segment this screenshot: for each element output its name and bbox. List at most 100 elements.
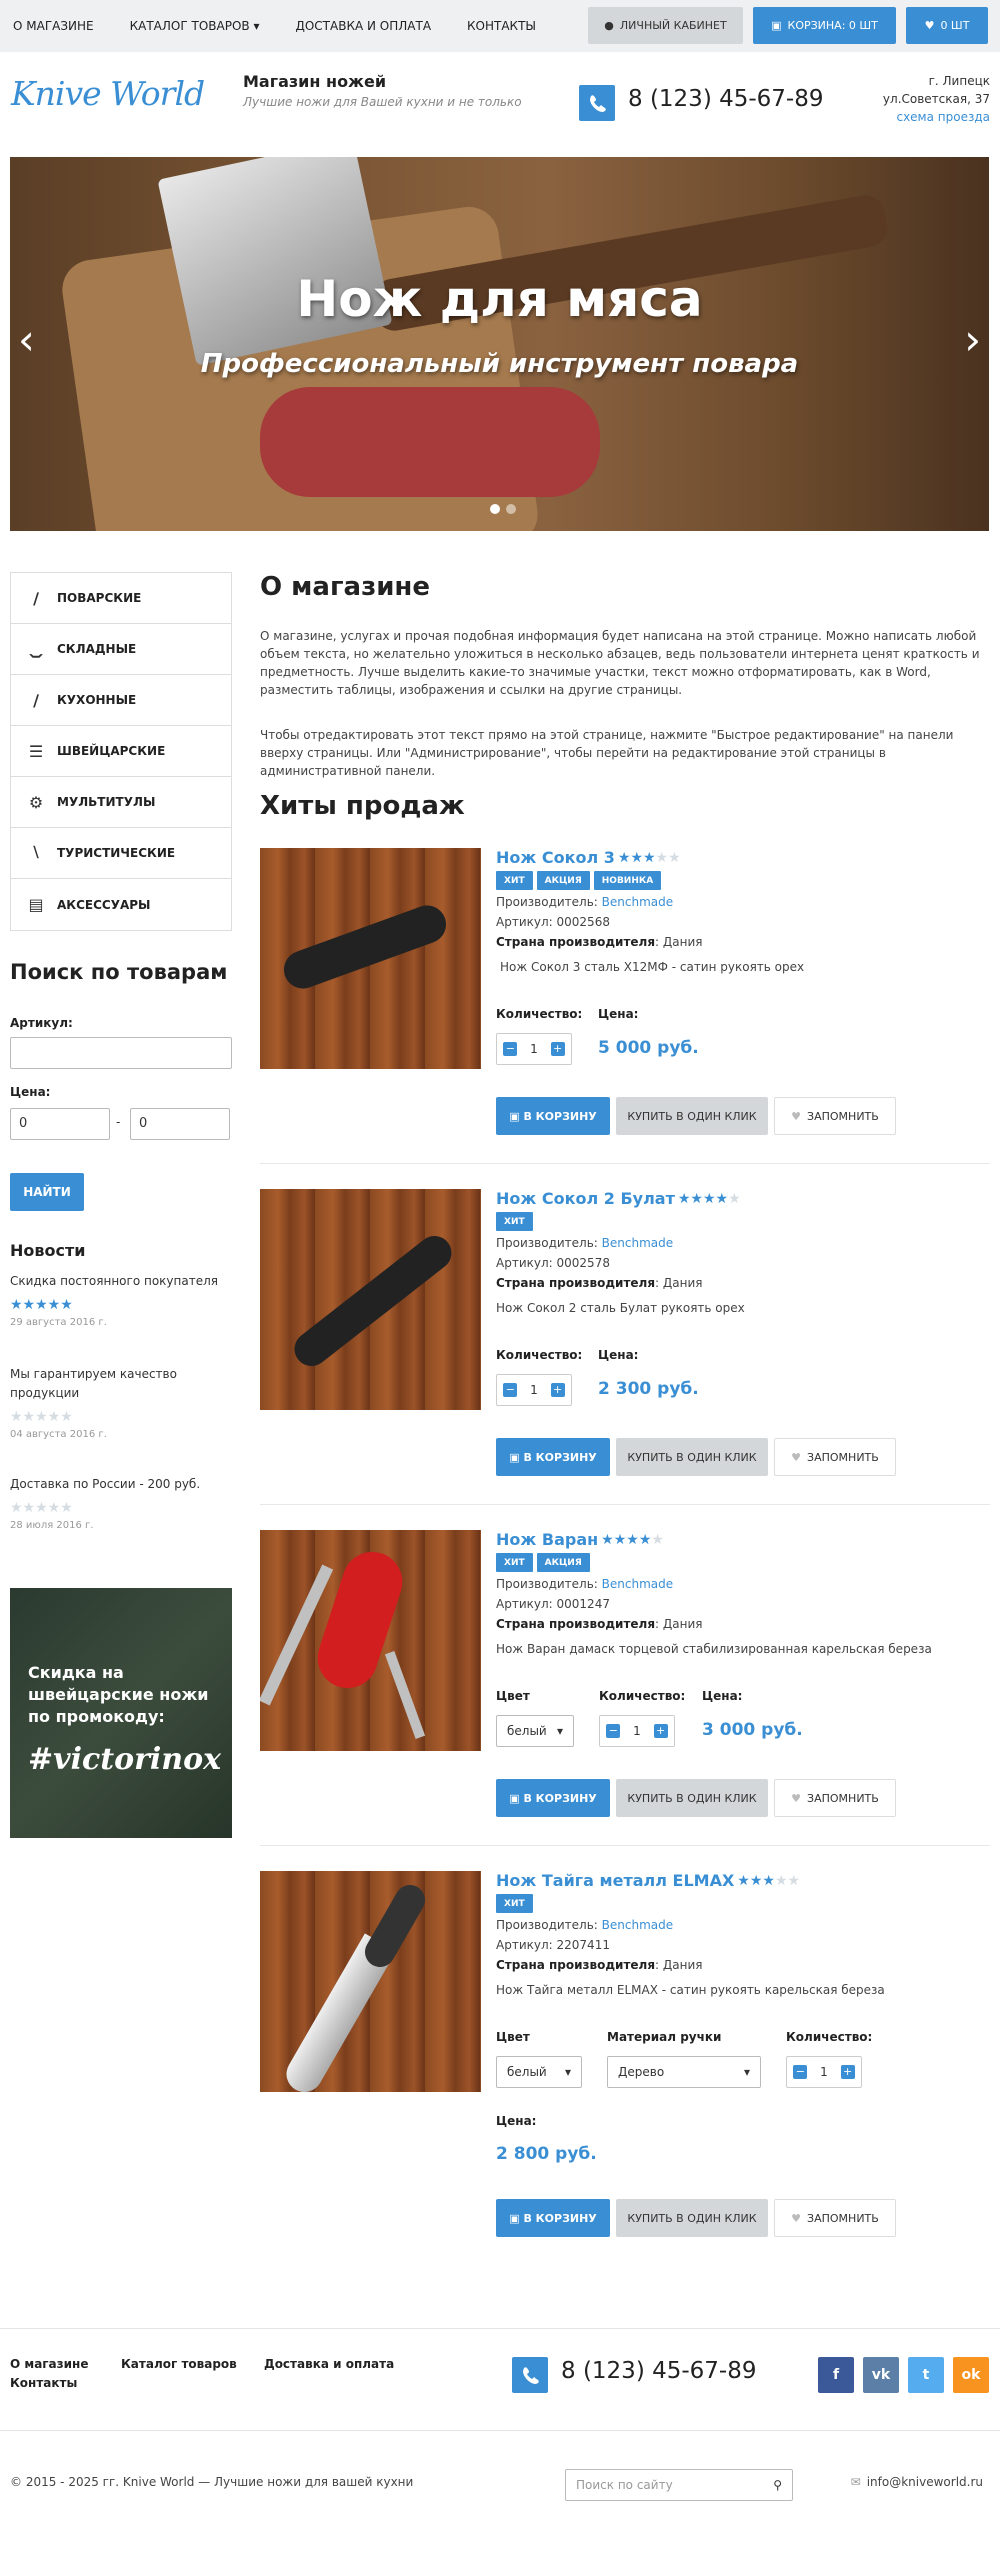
divider xyxy=(260,1504,990,1505)
news-link[interactable]: Мы гарантируем качество продукции xyxy=(10,1365,232,1403)
minus-icon[interactable]: − xyxy=(503,1042,518,1056)
minus-icon[interactable]: − xyxy=(793,2065,808,2079)
nav-catalog[interactable]: Каталог товаров ▾ xyxy=(130,19,260,33)
plus-icon[interactable]: + xyxy=(653,1724,668,1738)
news-date: 04 августа 2016 г. xyxy=(10,1429,107,1440)
product-name[interactable]: Нож Тайга металл ELMAX ★★★★★ xyxy=(496,1871,990,1890)
maker-link[interactable]: Benchmade xyxy=(602,1236,673,1250)
remember-button[interactable]: ♥ Запомнить xyxy=(774,1779,896,1817)
promo-banner[interactable]: Скидка на швейцарские ножи по промокоду:… xyxy=(10,1588,232,1838)
footer-email[interactable]: ✉ info@kniveworld.ru xyxy=(851,2475,983,2489)
facebook-icon[interactable]: f xyxy=(818,2357,854,2393)
remember-label: Запомнить xyxy=(807,1109,879,1123)
header-phone[interactable]: 8 (123) 45-67-89 xyxy=(628,86,824,112)
qty-label: Количество: xyxy=(496,1348,583,1362)
minus-icon[interactable]: − xyxy=(503,1383,518,1397)
slider-dot[interactable] xyxy=(490,504,500,514)
category-label: Поварские xyxy=(57,591,142,605)
product-image[interactable] xyxy=(260,848,481,1069)
category-multitool[interactable]: ⚙ Мультитулы xyxy=(11,777,231,828)
article-value: 0001247 xyxy=(556,1597,610,1611)
remember-button[interactable]: ♥ Запомнить xyxy=(774,1097,896,1135)
footer-phone[interactable]: 8 (123) 45-67-89 xyxy=(561,2358,757,2384)
to-cart-button[interactable]: ▣ В корзину xyxy=(496,1097,610,1135)
nav-contacts[interactable]: Контакты xyxy=(467,19,536,33)
divider xyxy=(260,1845,990,1846)
plus-icon[interactable]: + xyxy=(550,1042,565,1056)
category-kitchen[interactable]: ∕ Кухонные xyxy=(11,675,231,726)
odnoklassniki-icon[interactable]: ok xyxy=(953,2357,989,2393)
news-link[interactable]: Скидка постоянного покупателя xyxy=(10,1272,232,1291)
footer-nav-catalog[interactable]: Каталог товаров xyxy=(121,2357,237,2371)
footer-divider xyxy=(0,2430,1000,2431)
product-article: Артикул: 0002578 xyxy=(496,1253,990,1273)
product-info: Нож Варан ★★★★★ Хит Акция Производитель: … xyxy=(496,1530,990,1656)
color-select[interactable]: белый ▾ xyxy=(496,2056,582,2088)
handle-select[interactable]: Дерево ▾ xyxy=(607,2056,761,2088)
remember-button[interactable]: ♥ Запомнить xyxy=(774,1438,896,1476)
news-link[interactable]: Доставка по России - 200 руб. xyxy=(10,1475,232,1494)
price-from-input[interactable]: 0 xyxy=(10,1108,110,1140)
to-cart-button[interactable]: ▣ В корзину xyxy=(496,1438,610,1476)
nav-about[interactable]: О магазине xyxy=(13,19,94,33)
footer-nav-delivery[interactable]: Доставка и оплата xyxy=(264,2357,394,2371)
price-to-input[interactable]: 0 xyxy=(130,1108,230,1140)
account-button[interactable]: ● Личный кабинет xyxy=(588,7,743,44)
one-click-button[interactable]: Купить в один клик xyxy=(616,1097,768,1135)
plus-icon[interactable]: + xyxy=(550,1383,565,1397)
category-swiss[interactable]: ☰ Швейцарские xyxy=(11,726,231,777)
product-country: Страна производителя: Дания xyxy=(496,1276,703,1290)
remember-button[interactable]: ♥ Запомнить xyxy=(774,2199,896,2237)
one-click-button[interactable]: Купить в один клик xyxy=(616,1438,768,1476)
product-name-text: Нож Сокол 3 xyxy=(496,848,615,867)
category-chef[interactable]: ∕ Поварские xyxy=(11,573,231,624)
find-button[interactable]: Найти xyxy=(10,1173,84,1211)
slider-next-icon[interactable]: › xyxy=(964,319,981,361)
quantity-stepper[interactable]: −1 + xyxy=(496,1033,572,1065)
vk-icon[interactable]: vk xyxy=(863,2357,899,2393)
site-logo[interactable]: Knive World xyxy=(11,74,205,113)
maker-link[interactable]: Benchmade xyxy=(602,1577,673,1591)
product-card: Нож Сокол 3 ★★★★★ Хит Акция Новинка Произ… xyxy=(260,848,990,1148)
minus-icon[interactable]: − xyxy=(606,1724,621,1738)
to-cart-button[interactable]: ▣ В корзину xyxy=(496,2199,610,2237)
to-cart-button[interactable]: ▣ В корзину xyxy=(496,1779,610,1817)
one-click-button[interactable]: Купить в один клик xyxy=(616,1779,768,1817)
product-name[interactable]: Нож Варан ★★★★★ xyxy=(496,1530,990,1549)
maker-link[interactable]: Benchmade xyxy=(602,1918,673,1932)
one-click-button[interactable]: Купить в один клик xyxy=(616,2199,768,2237)
product-name[interactable]: Нож Сокол 2 Булат ★★★★★ xyxy=(496,1189,990,1208)
footer-nav-contacts[interactable]: Контакты xyxy=(10,2376,77,2390)
product-image[interactable] xyxy=(260,1871,481,2092)
category-accessories[interactable]: ▤ Аксессуары xyxy=(11,879,231,930)
product-image[interactable] xyxy=(260,1530,481,1751)
plus-icon[interactable]: + xyxy=(840,2065,855,2079)
product-description: Нож Сокол 3 сталь Х12МФ - сатин рукоять … xyxy=(500,960,805,974)
category-tourist[interactable]: ⧵ Туристические xyxy=(11,828,231,879)
qty-value: 1 xyxy=(530,1383,538,1397)
slider-dot[interactable] xyxy=(506,504,516,514)
search-icon[interactable]: ⚲ xyxy=(773,2478,782,2492)
to-cart-label: В корзину xyxy=(523,1791,597,1805)
maker-link[interactable]: Benchmade xyxy=(602,895,673,909)
multitool-icon: ⚙ xyxy=(28,792,44,812)
site-search-input[interactable]: Поиск по сайту ⚲ xyxy=(565,2469,793,2501)
product-image[interactable] xyxy=(260,1189,481,1410)
cart-button[interactable]: ▣ Корзина: 0 шт xyxy=(753,7,896,44)
slider-prev-icon[interactable]: ‹ xyxy=(18,319,35,361)
product-name[interactable]: Нож Сокол 3 ★★★★★ xyxy=(496,848,990,867)
favorites-button[interactable]: ♥ 0 шт xyxy=(906,7,988,44)
to-cart-label: В корзину xyxy=(523,2211,597,2225)
nav-delivery[interactable]: Доставка и оплата xyxy=(295,19,431,33)
category-folding[interactable]: ⏡ Складные xyxy=(11,624,231,675)
footer-nav-about[interactable]: О магазине xyxy=(10,2357,88,2371)
quantity-stepper[interactable]: −1 + xyxy=(496,1374,572,1406)
qty-value: 1 xyxy=(530,1042,538,1056)
color-select[interactable]: белый ▾ xyxy=(496,1715,574,1747)
twitter-icon[interactable]: t xyxy=(908,2357,944,2393)
quantity-stepper[interactable]: −1 + xyxy=(786,2056,862,2088)
map-link[interactable]: схема проезда xyxy=(896,110,990,124)
price-label: Цена: xyxy=(598,1348,639,1362)
article-input[interactable] xyxy=(10,1037,232,1069)
quantity-stepper[interactable]: −1 + xyxy=(599,1715,675,1747)
